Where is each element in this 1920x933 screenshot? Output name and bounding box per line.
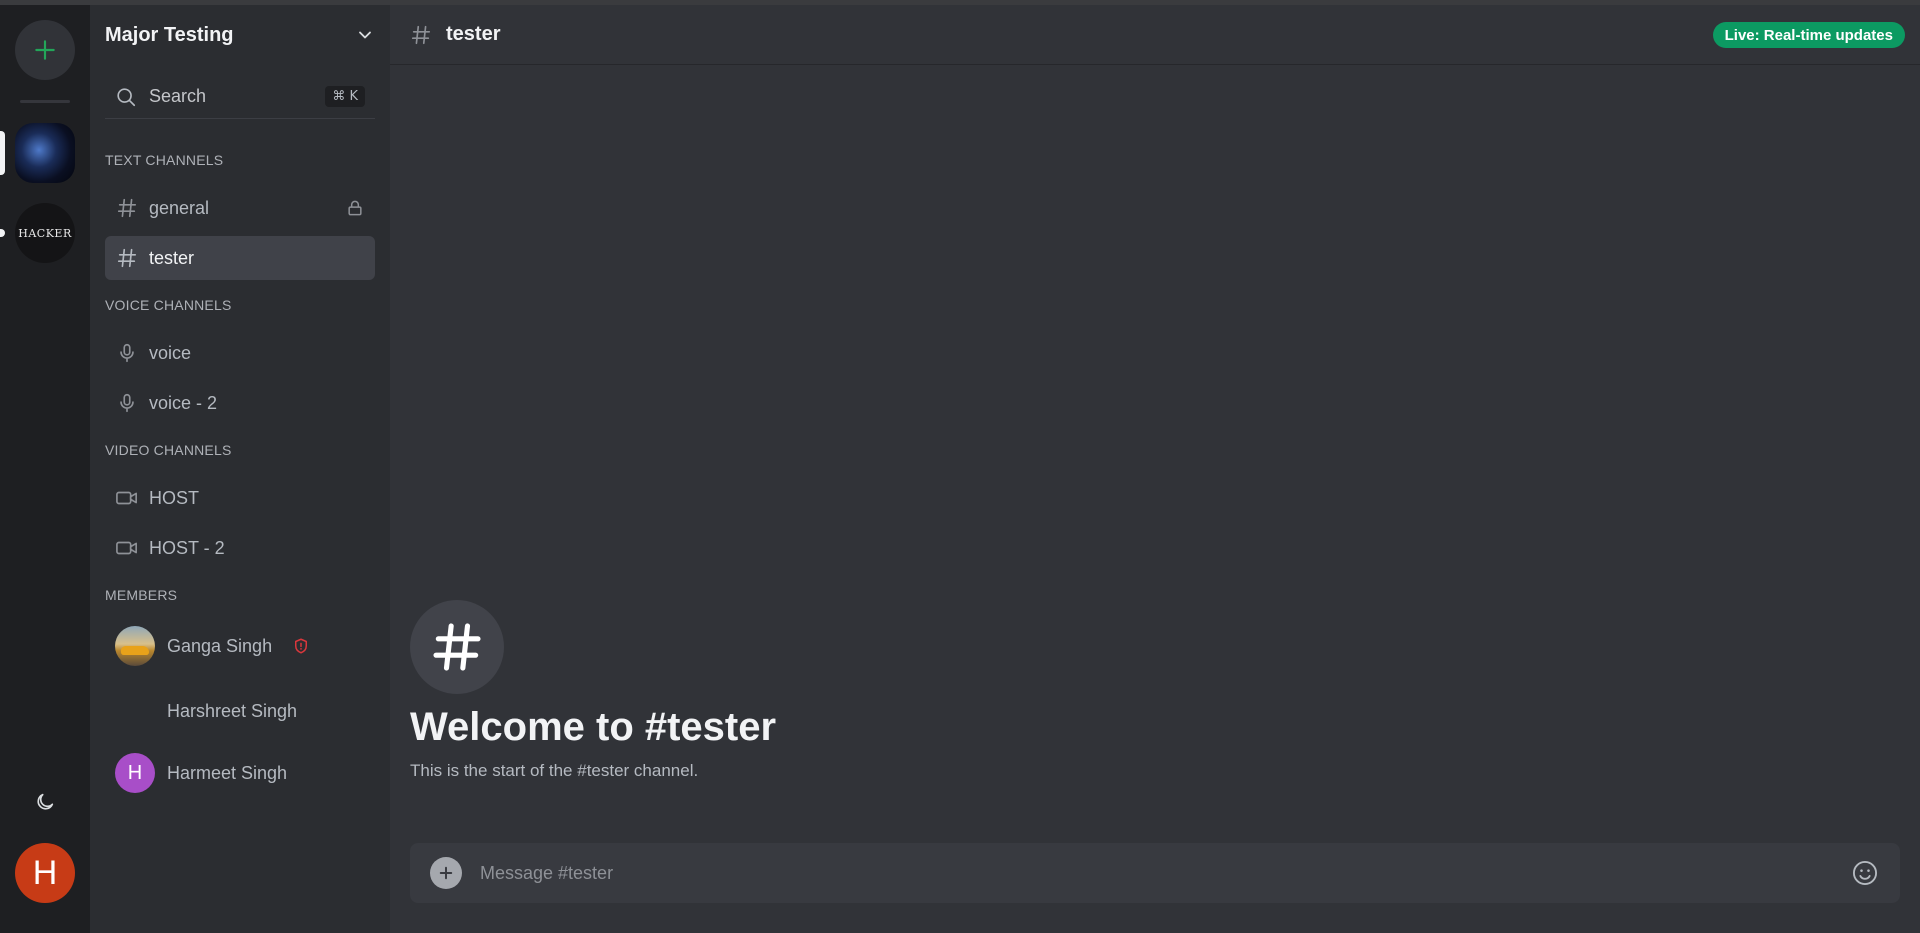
theme-toggle-button[interactable] — [30, 787, 60, 817]
channel-label: HOST — [149, 487, 200, 508]
message-input[interactable] — [480, 862, 1850, 884]
shield-alert-icon — [292, 637, 310, 655]
search-label: Search — [149, 86, 207, 106]
member-ganga-singh[interactable]: Ganga Singh — [105, 621, 375, 671]
active-server-indicator — [0, 131, 5, 175]
avatar — [115, 691, 155, 731]
channel-host-2[interactable]: HOST - 2 — [105, 526, 375, 570]
moon-icon — [37, 793, 54, 810]
server-rail: HACKER H — [0, 5, 90, 933]
channel-tester[interactable]: tester — [105, 236, 375, 280]
car-photo-icon — [121, 646, 149, 655]
earth-server-icon[interactable] — [15, 123, 75, 183]
attach-button[interactable] — [430, 857, 462, 889]
video-channels-heading: VIDEO CHANNELS — [105, 442, 232, 458]
channel-host[interactable]: HOST — [105, 476, 375, 520]
lock-icon — [348, 200, 362, 216]
channel-sidebar: Major Testing Search ⌘ K TEXT CHANNELS g… — [90, 5, 390, 933]
smile-icon — [1852, 860, 1878, 886]
channel-general[interactable]: general — [105, 186, 375, 230]
rail-divider — [20, 100, 70, 103]
channel-label: voice - 2 — [149, 392, 218, 413]
channel-label: HOST - 2 — [149, 537, 225, 558]
video-icon — [115, 486, 139, 510]
channel-hash-icon — [410, 600, 504, 694]
text-channels-heading: TEXT CHANNELS — [105, 152, 224, 168]
avatar — [115, 626, 155, 666]
plus-icon — [439, 866, 453, 880]
channel-label: tester — [149, 247, 195, 268]
members-heading: MEMBERS — [105, 587, 178, 603]
user-avatar-button[interactable]: H — [15, 843, 75, 903]
user-avatar-initial: H — [32, 853, 58, 892]
channel-voice[interactable]: voice — [105, 331, 375, 375]
hacker-server-icon[interactable]: HACKER — [15, 203, 75, 263]
voice-channels-heading: VOICE CHANNELS — [105, 297, 232, 313]
message-composer — [410, 843, 1900, 903]
search-shortcut-badge: ⌘ K — [325, 86, 365, 107]
chevron-down-icon — [359, 31, 371, 39]
channel-voice-2[interactable]: voice - 2 — [105, 381, 375, 425]
plus-icon — [35, 40, 55, 60]
search-button[interactable]: Search ⌘ K — [105, 75, 375, 119]
server-name: Major Testing — [105, 23, 234, 46]
member-harshreet-singh[interactable]: Harshreet Singh — [105, 686, 375, 736]
channel-header: tester Live: Real-time updates — [390, 5, 1920, 65]
member-name: Ganga Singh — [167, 635, 273, 656]
add-server-button[interactable] — [15, 20, 75, 80]
emoji-button[interactable] — [1850, 858, 1880, 888]
channel-title: tester — [446, 23, 501, 45]
mic-icon — [115, 391, 139, 415]
hash-icon — [115, 196, 139, 220]
search-icon — [117, 87, 136, 106]
video-icon — [115, 536, 139, 560]
hacker-server-logo-text: HACKER — [18, 226, 72, 240]
server-header-menu[interactable]: Major Testing — [90, 5, 390, 65]
member-harmeet-singh[interactable]: H Harmeet Singh — [105, 748, 375, 798]
channel-label: general — [149, 197, 210, 218]
hash-icon — [411, 25, 431, 44]
member-name: Harmeet Singh — [167, 762, 288, 783]
hash-icon — [115, 246, 139, 270]
chat-main: tester Live: Real-time updates Welcome t… — [390, 5, 1920, 933]
channel-label: voice — [149, 342, 192, 363]
avatar-initial: H — [127, 761, 143, 784]
unread-server-indicator — [0, 229, 5, 237]
welcome-title: Welcome to #tester — [410, 705, 777, 749]
mic-icon — [115, 341, 139, 365]
avatar: H — [115, 753, 155, 793]
live-status-badge: Live: Real-time updates — [1712, 22, 1905, 48]
member-name: Harshreet Singh — [167, 700, 298, 721]
welcome-subtitle: This is the start of the #tester channel… — [410, 761, 699, 780]
